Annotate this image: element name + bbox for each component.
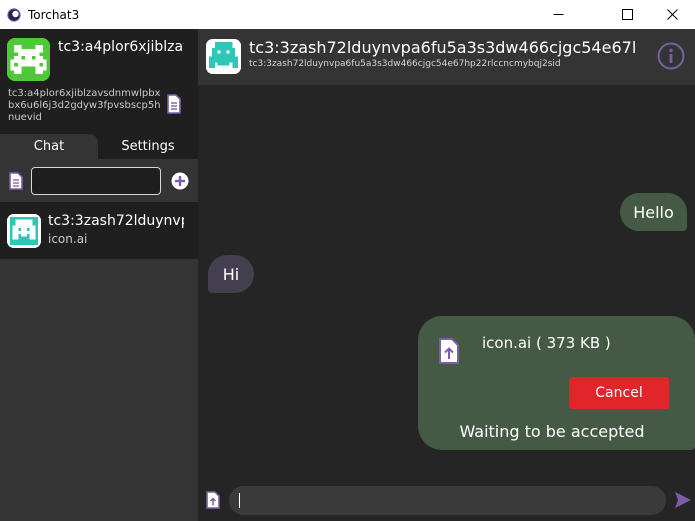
message-list: Hello Hi icon.ai ( 373 KB ) Cancel Waiti…	[198, 85, 695, 479]
invader-avatar-icon	[7, 214, 41, 248]
cancel-transfer-button[interactable]: Cancel	[569, 377, 669, 409]
add-contact-row	[0, 159, 198, 202]
add-contact-icon[interactable]	[171, 172, 189, 190]
my-full-id: tc3:a4plor6xjiblzavsdnmwlpbxbx6u6l6j3d2g…	[8, 88, 161, 123]
chat-partner-id: tc3:3zash72lduynvpa6fu5a3s3dw466cjgc54e6…	[249, 59, 561, 69]
invader-avatar-icon	[7, 38, 50, 81]
close-button[interactable]	[649, 0, 695, 29]
window-titlebar: Torchat3	[0, 0, 695, 29]
maximize-button[interactable]	[604, 0, 650, 29]
my-name: tc3:a4plor6xjiblzavs	[58, 39, 184, 55]
info-icon[interactable]	[657, 42, 685, 70]
close-icon	[666, 9, 678, 20]
tab-settings[interactable]: Settings	[98, 134, 198, 159]
contact-name: tc3:3zash72lduynvpa	[48, 213, 184, 229]
message-input[interactable]	[229, 486, 666, 515]
chat-header: tc3:3zash72lduynvpa6fu5a3s3dw466cjgc54e6…	[198, 29, 695, 85]
copy-document-icon[interactable]	[166, 94, 182, 114]
sidebar: tc3:a4plor6xjiblzavs tc3:a4plor6xjiblzav…	[0, 29, 198, 521]
torchat-logo-icon	[7, 7, 21, 22]
contact-list-item[interactable]: tc3:3zash72lduynvpa icon.ai	[0, 202, 198, 259]
contact-id-input[interactable]	[31, 167, 161, 195]
attach-file-icon[interactable]	[206, 491, 220, 509]
tab-chat[interactable]: Chat	[0, 134, 98, 159]
message-incoming: Hi	[208, 255, 254, 293]
chat-partner-name: tc3:3zash72lduynvpa6fu5a3s3dw466cjgc54e6…	[249, 38, 637, 57]
send-icon[interactable]	[674, 491, 692, 509]
window-title: Torchat3	[28, 7, 80, 22]
invader-avatar-icon	[206, 39, 241, 74]
contact-avatar	[7, 214, 41, 248]
text-caret	[239, 493, 240, 508]
my-profile: tc3:a4plor6xjiblzavs tc3:a4plor6xjiblzav…	[0, 29, 198, 134]
message-outgoing: Hello	[620, 193, 687, 231]
minimize-button[interactable]	[535, 0, 581, 29]
sidebar-tabs: Chat Settings	[0, 134, 198, 159]
minimize-icon	[553, 14, 563, 15]
maximize-icon	[621, 9, 633, 20]
contact-last-message: icon.ai	[48, 232, 88, 246]
transfer-status: Waiting to be accepted	[459, 422, 645, 441]
paste-document-icon[interactable]	[9, 172, 23, 190]
file-upload-icon	[439, 338, 459, 364]
file-name: icon.ai ( 373 KB )	[482, 334, 611, 352]
file-transfer-card: icon.ai ( 373 KB ) Cancel Waiting to be …	[418, 316, 695, 450]
my-avatar[interactable]	[7, 38, 50, 81]
message-composer	[198, 479, 695, 521]
chat-partner-avatar[interactable]	[206, 39, 241, 74]
